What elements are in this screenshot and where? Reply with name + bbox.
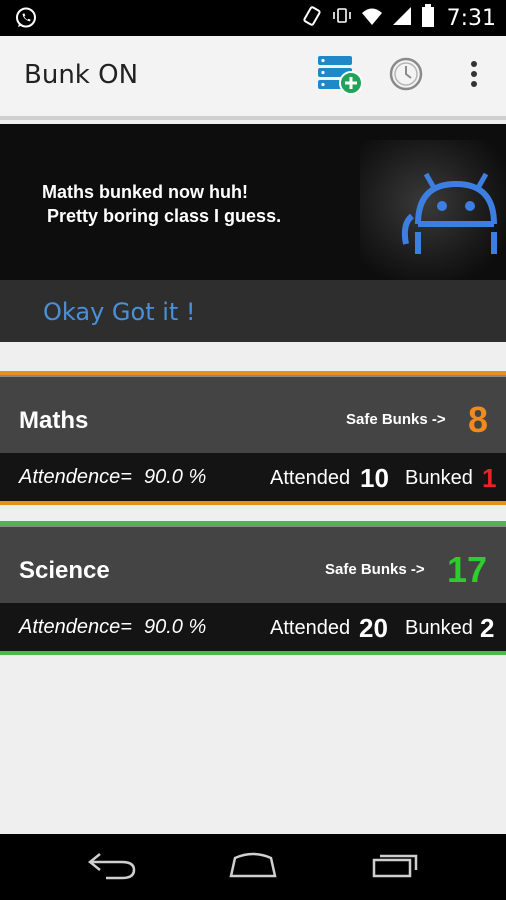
card-header: Science Safe Bunks -> 17	[0, 527, 506, 603]
safe-bunks-label: Safe Bunks ->	[325, 561, 425, 578]
attended-label: Attended	[270, 467, 351, 489]
notification-banner: Maths bunked now huh! Pretty boring clas…	[0, 124, 506, 280]
attendance-label: Attendence=	[19, 616, 132, 638]
history-button[interactable]	[380, 52, 432, 100]
back-button[interactable]	[80, 848, 144, 886]
subject-card-science[interactable]: Science Safe Bunks -> 17 Attendence= 90.…	[0, 521, 506, 655]
navigation-bar	[0, 834, 506, 900]
app-bar-divider	[0, 116, 506, 120]
banner-action-bar: Okay Got it !	[0, 280, 506, 342]
card-bottom-accent	[0, 651, 506, 655]
rotate-icon	[301, 5, 323, 32]
subject-name: Science	[19, 557, 110, 584]
safe-bunks-value: 17	[447, 549, 488, 590]
wifi-icon	[361, 5, 383, 32]
attended-count: 20	[359, 613, 388, 643]
recent-apps-icon	[370, 850, 420, 885]
add-subject-icon	[314, 52, 363, 101]
bunked-count: 1	[482, 463, 497, 493]
card-bottom-accent	[0, 501, 506, 505]
card-stats-row: Attendence= 90.0 % Attended 20 Bunked 2	[0, 603, 506, 651]
recent-apps-button[interactable]	[363, 848, 427, 886]
attendance-value: 90.0 %	[144, 616, 207, 638]
subject-name: Maths	[19, 407, 89, 434]
banner-message: Maths bunked now huh! Pretty boring clas…	[42, 182, 282, 226]
bunked-count: 2	[480, 613, 495, 643]
vibrate-icon	[331, 5, 353, 32]
bunked-label: Bunked	[405, 467, 473, 489]
signal-icon	[391, 5, 413, 32]
whatsapp-icon	[14, 6, 38, 30]
card-header: Maths Safe Bunks -> 8	[0, 377, 506, 453]
home-button[interactable]	[221, 848, 285, 886]
okay-got-it-button[interactable]: Okay Got it !	[43, 298, 196, 326]
attendance-value: 90.0 %	[144, 466, 207, 488]
bunked-label: Bunked	[405, 617, 473, 639]
back-icon	[86, 850, 138, 885]
safe-bunks-value: 8	[468, 399, 489, 440]
app-title: Bunk ON	[24, 60, 139, 90]
attendance-label: Attendence=	[19, 466, 132, 488]
battery-icon	[421, 3, 435, 33]
history-icon	[388, 56, 424, 97]
subject-card-maths[interactable]: Maths Safe Bunks -> 8 Attendence= 90.0 %…	[0, 371, 506, 505]
add-subject-button[interactable]	[312, 52, 364, 100]
clock-time: 7:31	[446, 5, 496, 31]
android-robot-icon	[398, 154, 506, 269]
home-icon	[225, 850, 281, 885]
status-bar: 7:31	[0, 0, 506, 36]
overflow-menu-icon	[470, 60, 478, 93]
app-bar: Bunk ON	[0, 36, 506, 116]
attended-label: Attended	[270, 617, 351, 639]
attended-count: 10	[360, 463, 389, 493]
safe-bunks-label: Safe Bunks ->	[346, 411, 446, 428]
overflow-menu-button[interactable]	[448, 52, 500, 100]
card-stats-row: Attendence= 90.0 % Attended 10 Bunked 1	[0, 453, 506, 501]
